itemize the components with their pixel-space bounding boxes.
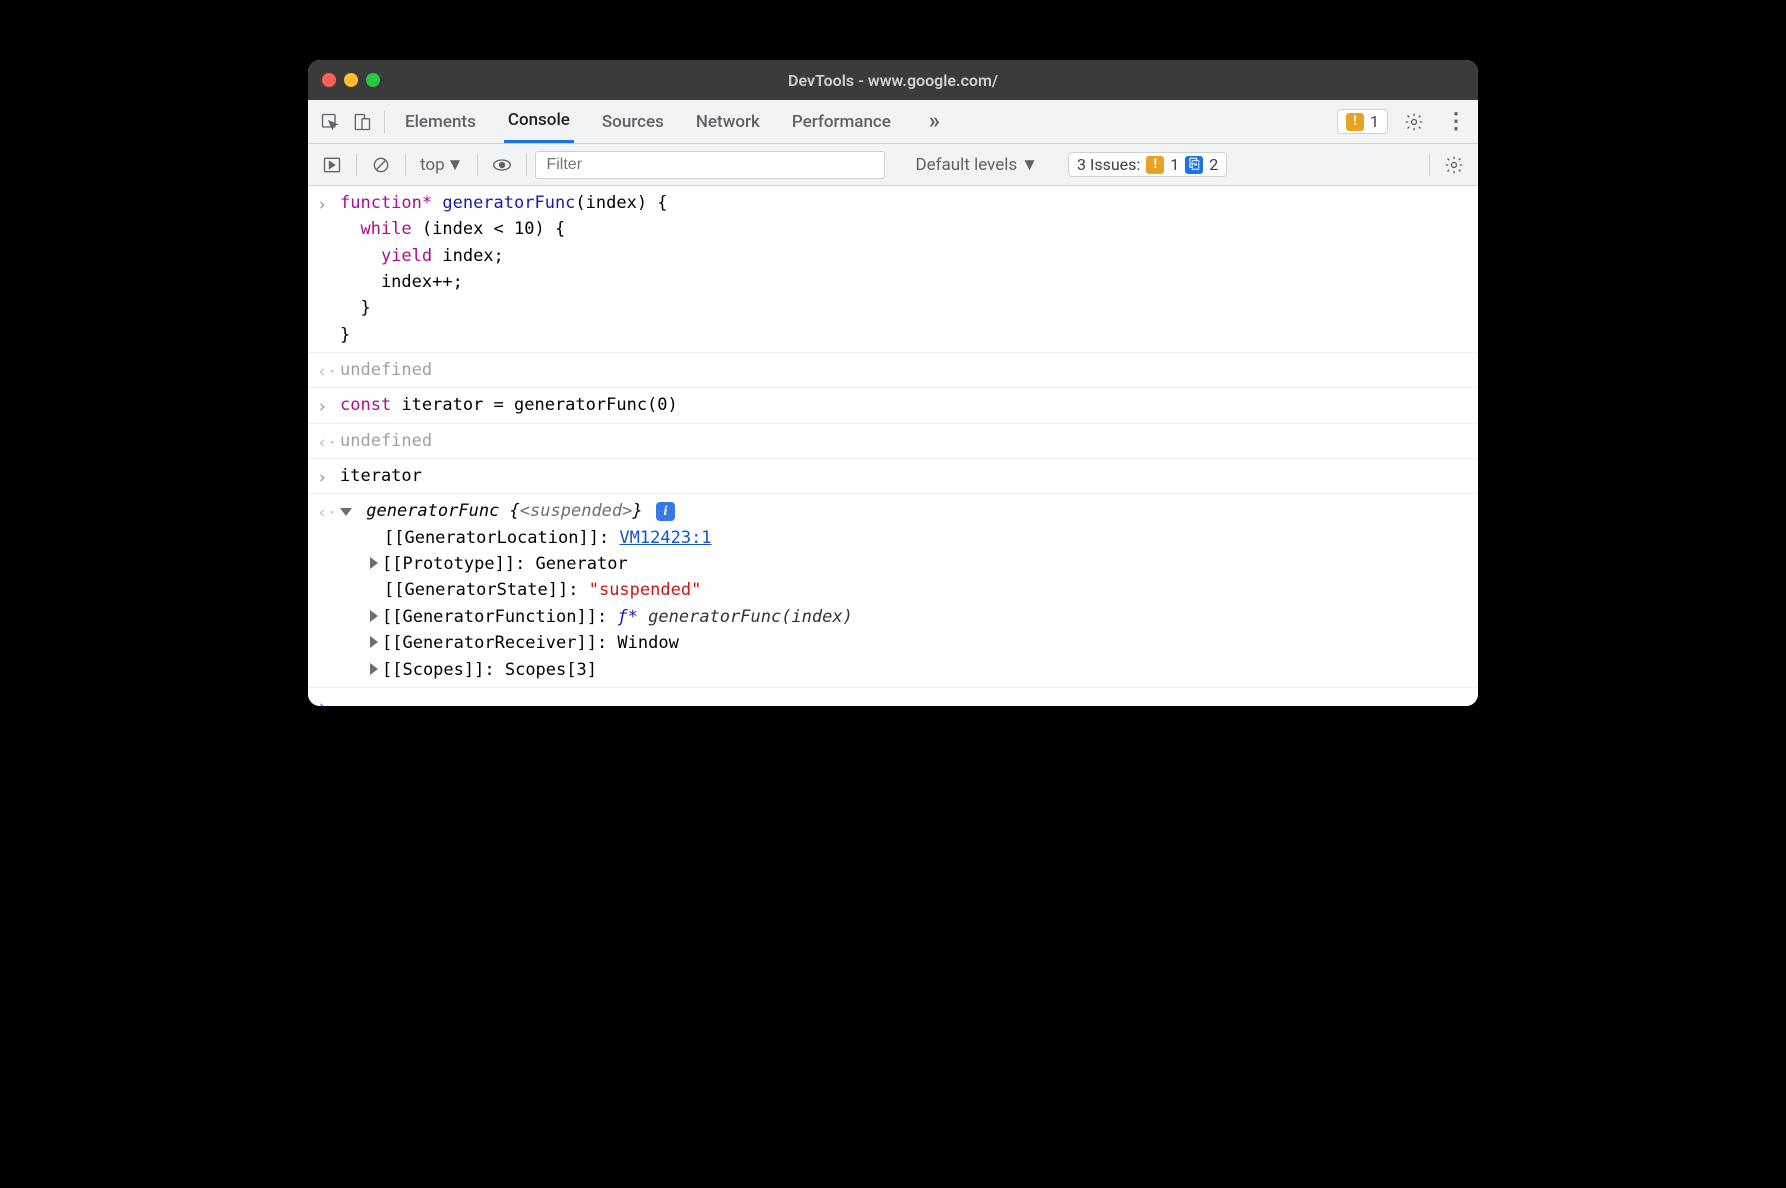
- disclosure-triangle-icon[interactable]: [370, 610, 378, 622]
- clear-console-icon[interactable]: [365, 149, 397, 181]
- settings-gear-icon[interactable]: [1398, 106, 1430, 138]
- disclosure-triangle-icon[interactable]: [370, 636, 378, 648]
- dropdown-icon: ▼: [1021, 155, 1038, 175]
- tab-console[interactable]: Console: [504, 100, 574, 143]
- tab-sources[interactable]: Sources: [598, 100, 668, 143]
- console-body: › function* generatorFunc(index) { while…: [308, 186, 1478, 706]
- divider: [1429, 154, 1430, 176]
- info-icon: ⎘: [1185, 156, 1203, 174]
- toggle-sidebar-icon[interactable]: [316, 149, 348, 181]
- object-property[interactable]: [[Scopes]]: Scopes[3]: [340, 657, 1468, 683]
- prompt-chevron-icon: ›: [317, 694, 327, 706]
- code: iterator: [340, 466, 422, 486]
- console-input-entry[interactable]: › const iterator = generatorFunc(0): [308, 388, 1478, 423]
- disclosure-triangle-icon[interactable]: [370, 557, 378, 569]
- tab-elements[interactable]: Elements: [401, 100, 480, 143]
- device-toolbar-icon[interactable]: [346, 106, 378, 138]
- context-selector[interactable]: top ▼: [414, 155, 469, 175]
- window-title: DevTools - www.google.com/: [788, 71, 998, 90]
- tab-network[interactable]: Network: [692, 100, 764, 143]
- code-block: function* generatorFunc(index) { while (…: [340, 190, 1468, 348]
- error-count-badge[interactable]: ! 1: [1337, 109, 1388, 134]
- console-input-entry[interactable]: › function* generatorFunc(index) { while…: [308, 186, 1478, 353]
- divider: [526, 154, 527, 176]
- issues-badge[interactable]: 3 Issues: ! 1 ⎘ 2: [1068, 152, 1227, 177]
- warning-icon: !: [1346, 113, 1364, 131]
- info-icon[interactable]: i: [656, 502, 675, 521]
- close-window-button[interactable]: [322, 73, 336, 87]
- divider: [405, 154, 406, 176]
- warn-count: 1: [1170, 155, 1179, 174]
- warning-icon: !: [1146, 156, 1164, 174]
- undefined-value: undefined: [340, 431, 432, 451]
- main-tabbar: Elements Console Sources Network Perform…: [308, 100, 1478, 144]
- minimize-window-button[interactable]: [344, 73, 358, 87]
- divider: [356, 154, 357, 176]
- object-property[interactable]: [[Prototype]]: Generator: [340, 551, 1468, 577]
- undefined-value: undefined: [340, 360, 432, 380]
- console-settings-gear-icon[interactable]: [1438, 149, 1470, 181]
- console-toolbar: top ▼ Default levels ▼ 3 Issues: ! 1 ⎘ 2: [308, 144, 1478, 186]
- console-output-entry: ‹· undefined: [308, 424, 1478, 459]
- output-chevron-icon: ‹·: [317, 430, 337, 456]
- input-chevron-icon: ›: [317, 394, 327, 420]
- disclosure-triangle-icon[interactable]: [340, 508, 352, 516]
- input-chevron-icon: ›: [317, 192, 327, 218]
- divider: [477, 154, 478, 176]
- object-property[interactable]: [[GeneratorLocation]]: VM12423:1: [340, 525, 1468, 551]
- source-link[interactable]: VM12423:1: [619, 528, 711, 548]
- output-chevron-icon: ‹·: [317, 359, 337, 385]
- inspect-element-icon[interactable]: [314, 106, 346, 138]
- window-titlebar: DevTools - www.google.com/: [308, 60, 1478, 100]
- output-chevron-icon: ‹·: [317, 500, 337, 526]
- object-property[interactable]: [[GeneratorFunction]]: ƒ* generatorFunc(…: [340, 604, 1468, 630]
- levels-label: Default levels: [915, 155, 1017, 175]
- console-prompt[interactable]: ›: [308, 688, 1478, 696]
- tabbar-right: ! 1 ⋮: [1337, 106, 1472, 138]
- disclosure-triangle-icon[interactable]: [370, 663, 378, 675]
- console-output-entry: ‹· generatorFunc {<suspended>} i [[Gener…: [308, 494, 1478, 687]
- filter-input[interactable]: [535, 151, 885, 179]
- issues-label: 3 Issues:: [1077, 155, 1140, 174]
- dropdown-icon: ▼: [447, 155, 464, 175]
- kebab-menu-icon[interactable]: ⋮: [1440, 106, 1472, 138]
- error-count: 1: [1370, 112, 1379, 131]
- console-output-entry: ‹· undefined: [308, 353, 1478, 388]
- context-label: top: [420, 155, 445, 175]
- info-count: 2: [1209, 155, 1218, 174]
- traffic-lights: [322, 73, 380, 87]
- divider: [384, 111, 385, 133]
- live-expression-icon[interactable]: [486, 149, 518, 181]
- panel-tabs: Elements Console Sources Network Perform…: [401, 100, 940, 143]
- console-input-entry[interactable]: › iterator: [308, 459, 1478, 494]
- object-header[interactable]: generatorFunc {<suspended>}: [366, 501, 642, 521]
- devtools-window: DevTools - www.google.com/ Elements Cons…: [308, 60, 1478, 706]
- more-tabs-icon[interactable]: »: [929, 109, 940, 134]
- object-property[interactable]: [[GeneratorReceiver]]: Window: [340, 630, 1468, 656]
- object-property[interactable]: [[GeneratorState]]: "suspended": [340, 577, 1468, 603]
- tab-performance[interactable]: Performance: [788, 100, 895, 143]
- log-levels-selector[interactable]: Default levels ▼: [909, 155, 1044, 175]
- input-chevron-icon: ›: [317, 465, 327, 491]
- zoom-window-button[interactable]: [366, 73, 380, 87]
